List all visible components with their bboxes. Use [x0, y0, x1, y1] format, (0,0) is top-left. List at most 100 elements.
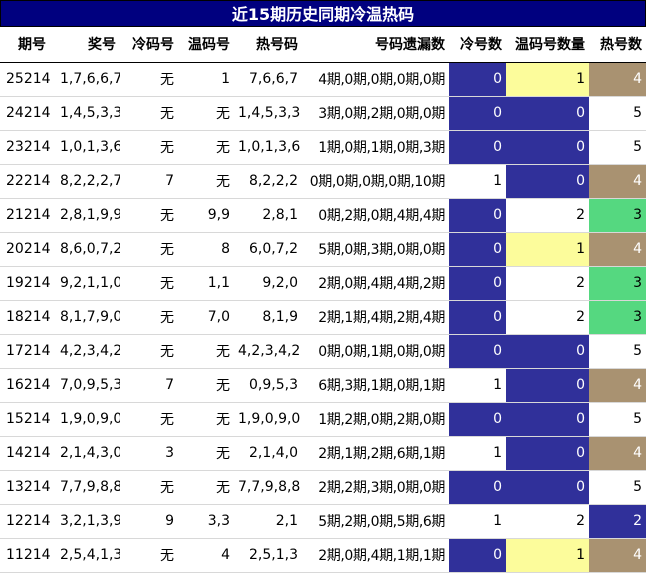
- cell-warm-numbers: 1: [221, 71, 230, 87]
- cell-miss-counts: 2期,0期,4期,1期,1期: [318, 548, 445, 564]
- cell-warm-numbers: 无: [216, 106, 230, 122]
- cell-cold-count: 1: [449, 368, 506, 402]
- cell-hot-numbers: 2,1: [275, 513, 298, 529]
- cell-miss-counts: 0期,0期,1期,0期,0期: [318, 344, 445, 360]
- cell-cold-numbers: 3: [165, 445, 174, 461]
- cell-draw: 7,7,9,8,8: [60, 479, 120, 495]
- header-draw: 奖号: [56, 27, 120, 63]
- cell-draw: 8,6,0,7,2: [60, 241, 120, 257]
- header-warm: 温码号: [178, 27, 234, 63]
- cold-warm-hot-table: 期号 奖号 冷码号 温码号 热号码 号码遗漏数 冷号数 温码号数量 热号数 25…: [0, 27, 646, 573]
- cell-issue: 13214: [6, 479, 51, 495]
- cell-draw: 2,5,4,1,3: [60, 547, 120, 563]
- cell-issue: 14214: [6, 445, 51, 461]
- cell-cold-numbers: 无: [160, 548, 174, 564]
- cell-cold-count: 0: [449, 538, 506, 572]
- cell-warm-count: 0: [506, 402, 589, 436]
- table-row: 14214 2,1,4,3,0 3 无 2,1,4,0 2期,1期,2期,6期,1期 1 0 4: [0, 436, 646, 470]
- cell-cold-numbers: 无: [160, 310, 174, 326]
- cell-hot-count: 5: [589, 402, 646, 436]
- cell-warm-numbers: 无: [216, 174, 230, 190]
- table-row: 22214 8,2,2,2,7 7 无 8,2,2,2 0期,0期,0期,0期,10期 1 0…: [0, 164, 646, 198]
- cell-cold-numbers: 无: [160, 140, 174, 156]
- cell-hot-numbers: 8,2,2,2: [249, 173, 298, 189]
- cell-draw: 1,7,6,6,7: [60, 71, 120, 87]
- cell-issue: 22214: [6, 173, 51, 189]
- cell-issue: 19214: [6, 275, 51, 291]
- cell-hot-count: 4: [589, 538, 646, 572]
- cell-warm-count: 2: [506, 300, 589, 334]
- cell-miss-counts: 0期,0期,0期,0期,10期: [309, 174, 446, 190]
- cell-cold-count: 0: [449, 232, 506, 266]
- cell-issue: 25214: [6, 71, 51, 87]
- cell-cold-numbers: 7: [165, 173, 174, 189]
- cell-draw: 2,1,4,3,0: [60, 445, 120, 461]
- table-body: 25214 1,7,6,6,7 无 1 7,6,6,7 4期,0期,0期,0期,0期 0 1 4…: [0, 62, 646, 572]
- cell-hot-numbers: 7,7,9,8,8: [238, 479, 301, 495]
- cell-issue: 18214: [6, 309, 51, 325]
- cell-cold-count: 0: [449, 62, 506, 96]
- cell-cold-count: 0: [449, 266, 506, 300]
- cell-hot-numbers: 1,9,0,9,0: [238, 411, 301, 427]
- cell-miss-counts: 2期,1期,2期,6期,1期: [318, 446, 445, 462]
- cell-warm-numbers: 1,1: [207, 275, 230, 291]
- cell-warm-count: 0: [506, 96, 589, 130]
- cell-cold-numbers: 无: [160, 242, 174, 258]
- cell-cold-numbers: 无: [160, 480, 174, 496]
- cell-hot-numbers: 0,9,5,3: [249, 377, 298, 393]
- cell-issue: 16214: [6, 377, 51, 393]
- table-row: 25214 1,7,6,6,7 无 1 7,6,6,7 4期,0期,0期,0期,0期 0 1 4: [0, 62, 646, 96]
- cell-draw: 7,0,9,5,3: [60, 377, 120, 393]
- cell-warm-count: 2: [506, 266, 589, 300]
- cell-miss-counts: 2期,1期,4期,2期,4期: [318, 310, 445, 326]
- cell-hot-count: 3: [589, 266, 646, 300]
- cell-warm-count: 0: [506, 130, 589, 164]
- cell-hot-count: 5: [589, 334, 646, 368]
- cell-cold-count: 0: [449, 96, 506, 130]
- cell-draw: 8,1,7,9,0: [60, 309, 120, 325]
- header-cold: 冷码号: [120, 27, 178, 63]
- cell-miss-counts: 5期,2期,0期,5期,6期: [318, 514, 445, 530]
- cell-draw: 8,2,2,2,7: [60, 173, 120, 189]
- cell-cold-count: 0: [449, 402, 506, 436]
- cell-hot-count: 4: [589, 436, 646, 470]
- cell-hot-numbers: 9,2,0: [262, 275, 298, 291]
- cell-cold-numbers: 无: [160, 276, 174, 292]
- cell-hot-count: 5: [589, 96, 646, 130]
- cell-hot-numbers: 6,0,7,2: [249, 241, 298, 257]
- cell-hot-numbers: 4,2,3,4,2: [238, 343, 301, 359]
- header-hot: 热号码: [234, 27, 302, 63]
- cell-warm-numbers: 无: [216, 412, 230, 428]
- cell-hot-count: 4: [589, 164, 646, 198]
- cell-draw: 1,9,0,9,0: [60, 411, 120, 427]
- cell-warm-numbers: 3,3: [207, 513, 230, 529]
- cell-hot-count: 5: [589, 470, 646, 504]
- cell-hot-count: 3: [589, 300, 646, 334]
- cell-warm-numbers: 无: [216, 446, 230, 462]
- table-row: 15214 1,9,0,9,0 无无 1,9,0,9,0 1期,2期,0期,2期,0期 0…: [0, 402, 646, 436]
- cell-warm-numbers: 9,9: [207, 207, 230, 223]
- cell-warm-numbers: 4: [221, 547, 230, 563]
- cell-draw: 4,2,3,4,2: [60, 343, 120, 359]
- cell-warm-count: 0: [506, 436, 589, 470]
- cell-warm-count: 2: [506, 198, 589, 232]
- cell-hot-count: 3: [589, 198, 646, 232]
- cell-miss-counts: 4期,0期,0期,0期,0期: [318, 72, 445, 88]
- cell-miss-counts: 6期,3期,1期,0期,1期: [318, 378, 445, 394]
- table-row: 12214 3,2,1,3,9 9 3,3 2,1 5期,2期,0期,5期,6期 1 2 2: [0, 504, 646, 538]
- cell-cold-numbers: 无: [160, 72, 174, 88]
- table-row: 24214 1,4,5,3,3 无无 1,4,5,3,3 3期,0期,2期,0期,0期 0…: [0, 96, 646, 130]
- cell-warm-numbers: 无: [216, 480, 230, 496]
- table-row: 23214 1,0,1,3,6 无无 1,0,1,3,6 1期,0期,1期,0期,3期 0…: [0, 130, 646, 164]
- cell-cold-count: 0: [449, 470, 506, 504]
- cell-miss-counts: 0期,2期,0期,4期,4期: [318, 208, 445, 224]
- cell-hot-count: 4: [589, 368, 646, 402]
- header-hot-count: 热号数: [589, 27, 646, 63]
- cell-hot-numbers: 8,1,9: [262, 309, 298, 325]
- cell-warm-count: 1: [506, 62, 589, 96]
- cell-issue: 23214: [6, 139, 51, 155]
- cell-issue: 11214: [6, 547, 51, 563]
- header-row: 期号 奖号 冷码号 温码号 热号码 号码遗漏数 冷号数 温码号数量 热号数: [0, 27, 646, 63]
- cell-warm-numbers: 无: [216, 140, 230, 156]
- cell-cold-numbers: 无: [160, 106, 174, 122]
